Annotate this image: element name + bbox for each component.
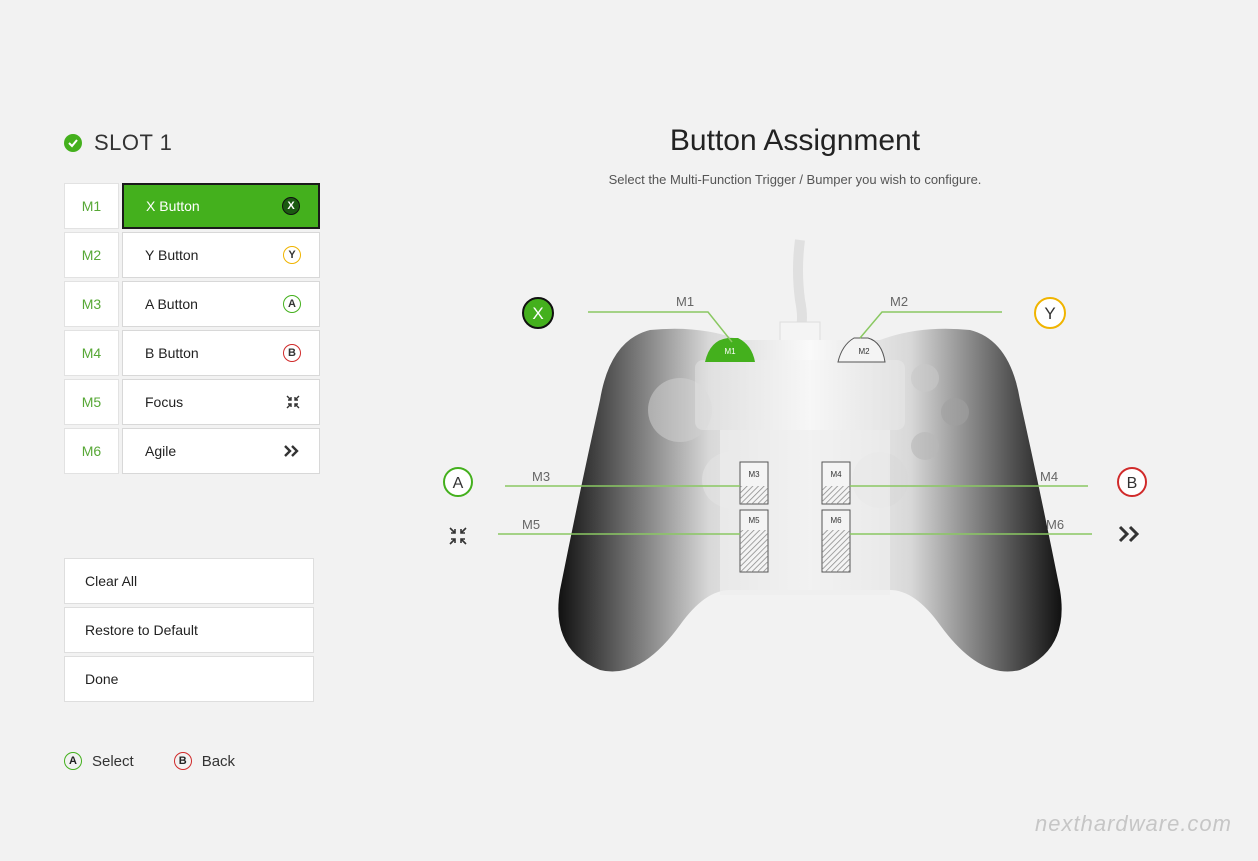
clear-all-button[interactable]: Clear All — [64, 558, 314, 604]
page-title: Button Assignment — [669, 124, 921, 157]
m6-paddle[interactable]: M6 — [821, 509, 851, 573]
face-button-y — [911, 364, 939, 392]
assignment-row-m5: M5 Focus — [64, 379, 320, 425]
restore-default-button[interactable]: Restore to Default — [64, 607, 314, 653]
svg-text:M6: M6 — [830, 516, 842, 525]
m5-label: M5 — [522, 517, 540, 532]
assign-label: A Button — [145, 296, 198, 312]
a-button-icon: A — [64, 752, 82, 770]
m4-paddle[interactable]: M4 — [821, 461, 851, 505]
x-button-icon: X — [282, 197, 300, 215]
assign-button-m3[interactable]: A Button A — [122, 281, 320, 327]
back-label: Back — [201, 752, 236, 770]
m3-paddle[interactable]: M3 — [739, 461, 769, 505]
controller-cable — [793, 239, 807, 332]
focus-icon — [286, 395, 300, 409]
assignment-row-m2: M2 Y Button Y — [64, 232, 320, 278]
select-label: Select — [92, 752, 134, 770]
y-button-icon: Y — [283, 246, 301, 264]
watermark-logo: nexthardware.com — [1035, 811, 1232, 836]
m5-paddle[interactable]: M5 — [739, 509, 769, 573]
svg-text:X: X — [532, 304, 543, 323]
assign-label: Y Button — [145, 247, 199, 263]
slot-label: M4 — [64, 330, 119, 376]
assign-button-m4[interactable]: B Button B — [122, 330, 320, 376]
slot-label: M2 — [64, 232, 119, 278]
assignment-list: M1 X Button X M2 Y Button Y M3 A Button … — [64, 183, 320, 477]
agile-chevrons-icon — [284, 445, 299, 457]
slot-label: M6 — [64, 428, 119, 474]
assign-label: Agile — [145, 443, 177, 459]
m1-label: M1 — [676, 294, 694, 309]
assignment-row-m6: M6 Agile — [64, 428, 320, 474]
assign-button-m1[interactable]: X Button X — [122, 183, 320, 229]
slot-label: M5 — [64, 379, 119, 425]
assign-button-m6[interactable]: Agile — [122, 428, 320, 474]
focus-icon — [449, 527, 467, 545]
b-button-icon: B — [173, 752, 192, 770]
svg-text:B: B — [1127, 475, 1138, 492]
assignment-row-m1: M1 X Button X — [64, 183, 320, 229]
assignment-row-m3: M3 A Button A — [64, 281, 320, 327]
svg-text:A: A — [453, 475, 464, 492]
action-list: Clear All Restore to Default Done — [64, 558, 314, 705]
agile-chevrons-icon — [1118, 525, 1140, 543]
slot-header: SLOT 1 — [64, 130, 172, 156]
assignment-row-m4: M4 B Button B — [64, 330, 320, 376]
svg-text:M5: M5 — [748, 516, 760, 525]
svg-text:M3: M3 — [748, 470, 760, 479]
m6-label: M6 — [1046, 517, 1064, 532]
svg-text:M2: M2 — [858, 347, 870, 356]
slot-label: M3 — [64, 281, 119, 327]
controller-diagram: M1 M2 M3 M4 M5 M6 M1 M2 M3 M4 M5 M6 X Y … — [443, 239, 1147, 672]
svg-text:M4: M4 — [830, 470, 842, 479]
m2-label: M2 — [890, 294, 908, 309]
assign-button-m2[interactable]: Y Button Y — [122, 232, 320, 278]
slot-label: M1 — [64, 183, 119, 229]
assign-label: B Button — [145, 345, 199, 361]
assign-label: Focus — [145, 394, 184, 410]
done-button[interactable]: Done — [64, 656, 314, 702]
m3-label: M3 — [532, 469, 550, 484]
a-button-icon: A — [283, 295, 301, 313]
slot-title: SLOT 1 — [94, 130, 173, 155]
svg-text:M1: M1 — [724, 347, 736, 356]
m4-label: M4 — [1040, 469, 1058, 484]
footer-hints: A Select B Back — [64, 752, 235, 770]
svg-text:Y: Y — [1044, 304, 1055, 323]
b-button-icon: B — [283, 344, 301, 362]
face-button-b — [941, 398, 969, 426]
assign-button-m5[interactable]: Focus — [122, 379, 320, 425]
select-hint[interactable]: A Select — [64, 752, 134, 770]
face-button-a — [911, 432, 939, 460]
page-subtitle: Select the Multi-Function Trigger / Bump… — [608, 172, 982, 187]
check-icon — [64, 134, 82, 152]
back-hint[interactable]: B Back — [173, 752, 236, 770]
assign-label: X Button — [146, 198, 200, 214]
center-plate — [695, 360, 905, 430]
